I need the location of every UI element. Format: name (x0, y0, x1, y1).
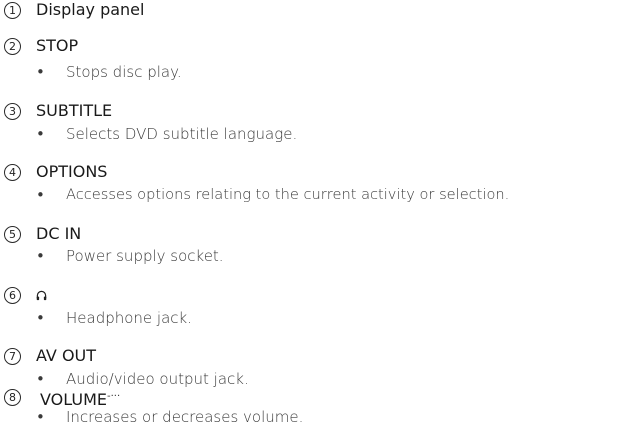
bullet: • (36, 370, 45, 388)
item-description-options: Accesses options relating to the current… (66, 186, 510, 203)
bullet: • (36, 247, 45, 265)
item-description-volume: Increases or decreases volume. (66, 408, 304, 426)
item-description-av-out: Audio/video output jack. (66, 370, 249, 388)
bullet: • (36, 186, 45, 204)
item-number-7: 7 (4, 348, 21, 365)
item-number-8: 8 (4, 389, 21, 406)
item-number-2: 2 (4, 38, 21, 55)
bullet: • (36, 408, 45, 426)
item-title-subtitle: SUBTITLE (36, 101, 113, 120)
item-description-stop: Stops disc play. (66, 63, 182, 81)
item-number-1: 1 (4, 2, 21, 19)
item-title-display-panel: Display panel (36, 0, 145, 19)
item-number-5: 5 (4, 226, 21, 243)
item-title-stop: STOP (36, 36, 79, 55)
headphone-icon (36, 290, 47, 301)
bullet: • (36, 309, 45, 327)
item-title-av-out: AV OUT (36, 346, 97, 365)
item-description-dc-in: Power supply socket. (66, 247, 224, 265)
item-number-3: 3 (4, 103, 21, 120)
control-description-list: 1 Display panel 2 STOP • Stops disc play… (0, 0, 624, 428)
item-title-options: OPTIONS (36, 162, 108, 181)
item-number-4: 4 (4, 164, 21, 181)
item-description-subtitle: Selects DVD subtitle language. (66, 125, 298, 143)
item-number-6: 6 (4, 287, 21, 304)
item-description-headphone: Headphone jack. (66, 309, 192, 327)
bullet: • (36, 63, 45, 81)
item-title-dc-in: DC IN (36, 224, 82, 243)
volume-dots: -··· (107, 391, 121, 402)
bullet: • (36, 125, 45, 143)
